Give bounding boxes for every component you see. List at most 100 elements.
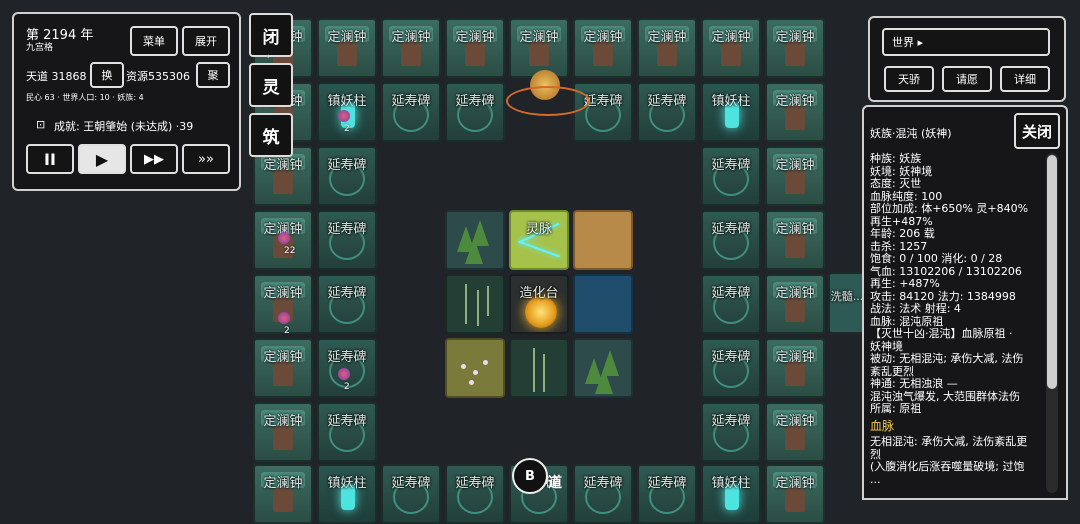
altar-sun-icon[interactable] xyxy=(506,64,590,128)
unit-count: 2 xyxy=(344,382,350,392)
bell-tile[interactable]: 定澜钟 xyxy=(765,210,825,270)
bell-tile[interactable]: 定澜钟 xyxy=(445,18,505,78)
unit-count: 2 xyxy=(284,326,290,336)
bell-tile[interactable]: 定澜钟 xyxy=(253,402,313,462)
close-info-button[interactable]: 关闭 xyxy=(1014,113,1060,149)
achievement-label: 成就: 王朝肇始 (未达成) ·39 xyxy=(54,120,194,133)
bell-tile[interactable]: 定澜钟 xyxy=(765,146,825,206)
bell-tile[interactable]: 定澜钟 xyxy=(765,338,825,398)
stele-tile[interactable]: 延寿碑 xyxy=(701,402,761,462)
dao-button[interactable]: B 道 xyxy=(512,458,568,498)
creation-altar-tile[interactable]: 造化台 xyxy=(509,274,569,334)
scrollbar-track[interactable] xyxy=(1046,153,1058,493)
tile-label: 定澜钟 xyxy=(775,476,815,491)
bell-tile[interactable]: 定澜钟 xyxy=(765,274,825,334)
stele-tile[interactable]: 延寿碑 xyxy=(317,146,377,206)
dao-label: 道 xyxy=(548,475,562,491)
close-mode-button[interactable]: 闭 xyxy=(249,13,293,57)
yao-unit-marker[interactable]: 2 xyxy=(330,368,360,398)
forest-tile[interactable] xyxy=(445,210,505,270)
tile-label: 定澜钟 xyxy=(583,30,623,45)
tile-label: 定澜钟 xyxy=(455,30,495,45)
stele-tile[interactable]: 延寿碑 xyxy=(381,82,441,142)
stele-tile[interactable]: 延寿碑 xyxy=(637,82,697,142)
unit-info-panel: 妖族·混沌 (妖神) 关闭 种族: 妖族 妖境: 妖神境 态度: 灭世 血脉纯度: 1… xyxy=(862,105,1068,500)
expand-button[interactable]: 展开 xyxy=(182,26,230,56)
tile-label: 定澜钟 xyxy=(519,30,559,45)
stele-tile[interactable]: 延寿碑 xyxy=(637,464,697,524)
tile-label: 延寿碑 xyxy=(391,476,431,491)
spirit-vein-tile[interactable]: 灵脉 xyxy=(509,210,569,270)
tile-label: 延寿碑 xyxy=(647,476,687,491)
spirit-mode-button[interactable]: 灵 xyxy=(249,63,293,107)
tile-label: 延寿碑 xyxy=(711,350,751,365)
stele-tile[interactable]: 延寿碑 xyxy=(701,146,761,206)
bell-tile[interactable]: 定澜钟 xyxy=(765,82,825,142)
pillar-tile[interactable]: 镇妖柱 xyxy=(701,82,761,142)
bell-tile[interactable]: 定澜钟 xyxy=(381,18,441,78)
bell-tile[interactable]: 定澜钟 xyxy=(253,464,313,524)
unit-info-text: 种族: 妖族 妖境: 妖神境 态度: 灭世 血脉纯度: 100 部位加成: 体+650%… xyxy=(870,152,1046,486)
reed-tile[interactable] xyxy=(509,338,569,398)
detail-button[interactable]: 详细 xyxy=(1000,66,1050,92)
tile-label: 镇妖柱 xyxy=(711,476,751,491)
stele-tile[interactable]: 延寿碑 xyxy=(445,464,505,524)
bell-tile[interactable]: 定澜钟 xyxy=(573,18,633,78)
fastest-button[interactable]: »» xyxy=(182,144,230,174)
water-tile[interactable] xyxy=(573,274,633,334)
play-button[interactable]: ▶ xyxy=(78,144,126,174)
forest-tile[interactable] xyxy=(573,338,633,398)
tile-label: 定澜钟 xyxy=(775,414,815,429)
tile-label: 延寿碑 xyxy=(711,414,751,429)
stele-tile[interactable]: 延寿碑 xyxy=(701,210,761,270)
info-line: 再生: +487% xyxy=(870,277,940,290)
stele-tile[interactable]: 延寿碑 xyxy=(317,210,377,270)
desert-tile[interactable] xyxy=(573,210,633,270)
yao-unit-marker[interactable]: 2 xyxy=(270,312,300,342)
tile-label: 定澜钟 xyxy=(327,30,367,45)
stele-tile[interactable]: 延寿碑 xyxy=(573,464,633,524)
pillar-tile[interactable]: 镇妖柱 xyxy=(701,464,761,524)
side-partial-tile[interactable]: 洗髓... xyxy=(828,272,866,334)
tile-label: 定澜钟 xyxy=(775,286,815,301)
info-line: 部位加成: 体+650% 灵+840% xyxy=(870,202,1029,215)
world-select[interactable]: 世界 ▸ xyxy=(882,28,1050,56)
flower-field-tile[interactable] xyxy=(445,338,505,398)
info-line: 战法: 法术 射程: 4 xyxy=(870,302,961,315)
fast-forward-button[interactable]: ▶▶ xyxy=(130,144,178,174)
bell-tile[interactable]: 定澜钟 xyxy=(701,18,761,78)
bell-tile[interactable]: 定澜钟 xyxy=(765,464,825,524)
stele-tile[interactable]: 延寿碑 xyxy=(445,82,505,142)
bell-tile[interactable]: 定澜钟 xyxy=(765,18,825,78)
info-line: 种族: 妖族 xyxy=(870,152,922,165)
chevron-icon[interactable]: ‹ xyxy=(266,52,270,62)
tile-label: 延寿碑 xyxy=(327,414,367,429)
bell-tile[interactable]: 定澜钟 xyxy=(765,402,825,462)
yao-unit-marker[interactable]: 2 xyxy=(330,110,360,140)
stele-tile[interactable]: 延寿碑 xyxy=(317,402,377,462)
tile-label: 延寿碑 xyxy=(327,350,367,365)
stele-tile[interactable]: 延寿碑 xyxy=(317,274,377,334)
stele-tile[interactable]: 延寿碑 xyxy=(381,464,441,524)
bell-tile[interactable]: 定澜钟 xyxy=(253,338,313,398)
pride-button[interactable]: 天骄 xyxy=(884,66,934,92)
bell-tile[interactable]: 定澜钟 xyxy=(637,18,697,78)
menu-button[interactable]: 菜单 xyxy=(130,26,178,56)
pause-button[interactable]: II xyxy=(26,144,74,174)
tile-label: 定澜钟 xyxy=(263,286,303,301)
yao-unit-marker[interactable]: 22 xyxy=(270,232,300,262)
swap-button[interactable]: 换 xyxy=(90,62,124,88)
tile-label: 延寿碑 xyxy=(583,476,623,491)
gather-button[interactable]: 聚 xyxy=(196,62,230,88)
bell-tile[interactable]: 定澜钟 xyxy=(317,18,377,78)
stele-tile[interactable]: 延寿碑 xyxy=(701,274,761,334)
build-mode-button[interactable]: 筑 xyxy=(249,113,293,157)
pillar-tile[interactable]: 镇妖柱 xyxy=(317,464,377,524)
stele-tile[interactable]: 延寿碑 xyxy=(701,338,761,398)
world-stats: 民心 63 · 世界人口: 10 · 妖族: 4 xyxy=(26,93,144,102)
tile-label: 定澜钟 xyxy=(775,350,815,365)
wish-button[interactable]: 请愿 xyxy=(942,66,992,92)
stele-tile[interactable]: 延寿碑 xyxy=(573,82,633,142)
scrollbar-thumb[interactable] xyxy=(1047,155,1057,389)
reed-tile[interactable] xyxy=(445,274,505,334)
